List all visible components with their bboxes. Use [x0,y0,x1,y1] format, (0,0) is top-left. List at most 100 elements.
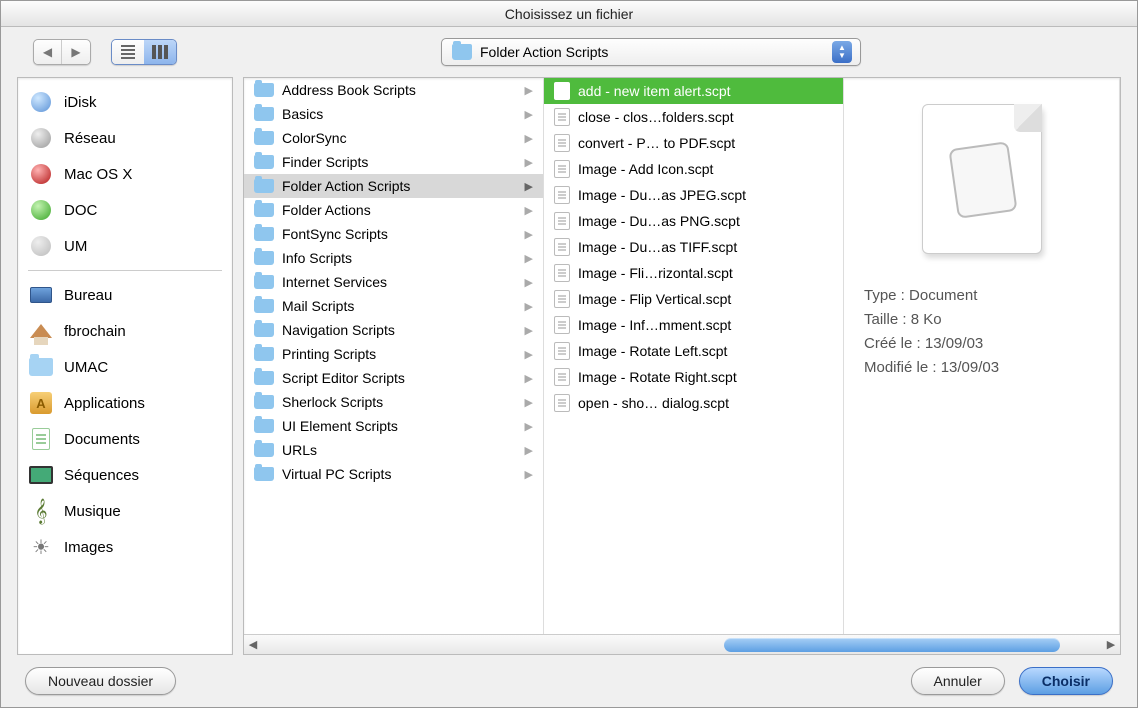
nav-back-button[interactable]: ◀ [34,40,62,64]
sidebar-item[interactable]: Bureau [18,277,232,313]
scroll-right-icon[interactable]: ▶ [1102,638,1120,651]
file-row[interactable]: convert - P… to PDF.scpt [544,130,843,156]
window-title: Choisissez un fichier [1,1,1137,27]
um-icon [28,233,54,259]
chevron-right-icon: ▶ [525,372,533,385]
script-file-icon [554,212,570,230]
sidebar-item-label: iDisk [64,94,97,111]
new-folder-button[interactable]: Nouveau dossier [25,667,176,695]
file-row[interactable]: add - new item alert.scpt [544,78,843,104]
sidebar-item-label: Musique [64,503,121,520]
preview-modified: Modifié le : 13/09/03 [864,356,1099,380]
file-row[interactable]: Image - Add Icon.scpt [544,156,843,182]
music-icon: 𝄞 [28,498,54,524]
chevron-right-icon: ▶ [525,156,533,169]
file-row[interactable]: Image - Rotate Right.scpt [544,364,843,390]
script-file-icon [554,290,570,308]
folder-row[interactable]: Script Editor Scripts▶ [244,366,543,390]
file-row[interactable]: Image - Flip Vertical.scpt [544,286,843,312]
folder-row-label: UI Element Scripts [282,418,517,434]
folder-row[interactable]: Address Book Scripts▶ [244,78,543,102]
folder-row[interactable]: Internet Services▶ [244,270,543,294]
file-row-label: Image - Rotate Right.scpt [578,369,833,385]
folder-row[interactable]: Folder Action Scripts▶ [244,174,543,198]
script-file-icon [554,316,570,334]
folder-icon [254,179,274,193]
folder-row[interactable]: Finder Scripts▶ [244,150,543,174]
scroll-left-icon[interactable]: ◀ [244,638,262,651]
file-row-label: Image - Add Icon.scpt [578,161,833,177]
sidebar-item[interactable]: fbrochain [18,313,232,349]
cancel-button[interactable]: Annuler [911,667,1005,695]
nav-forward-button[interactable]: ▶ [62,40,90,64]
sidebar-item[interactable]: Mac OS X [18,156,232,192]
file-row[interactable]: open - sho… dialog.scpt [544,390,843,416]
file-row-label: Image - Flip Vertical.scpt [578,291,833,307]
horizontal-scrollbar[interactable]: ◀ ▶ [244,634,1120,654]
sidebar-item[interactable]: Documents [18,421,232,457]
sidebar-separator [28,270,222,271]
folder-icon [254,203,274,217]
file-row[interactable]: Image - Du…as PNG.scpt [544,208,843,234]
column-view-icon [152,45,168,59]
folder-row[interactable]: Sherlock Scripts▶ [244,390,543,414]
folder-row[interactable]: Virtual PC Scripts▶ [244,462,543,486]
choose-button[interactable]: Choisir [1019,667,1113,695]
list-view-icon [121,45,135,59]
column-2[interactable]: add - new item alert.scptclose - clos…fo… [544,78,844,634]
sidebar-item[interactable]: iDisk [18,84,232,120]
folder-row-label: FontSync Scripts [282,226,517,242]
file-row[interactable]: Image - Fli…rizontal.scpt [544,260,843,286]
folder-row[interactable]: Folder Actions▶ [244,198,543,222]
folder-row-label: Folder Action Scripts [282,178,517,194]
sidebar-item-label: UMAC [64,359,108,376]
chevron-right-icon: ▶ [525,228,533,241]
folder-row-label: Address Book Scripts [282,82,517,98]
sidebar-item[interactable]: Séquences [18,457,232,493]
file-row[interactable]: close - clos…folders.scpt [544,104,843,130]
folder-row[interactable]: URLs▶ [244,438,543,462]
path-popup[interactable]: Folder Action Scripts ▲▼ [441,38,861,66]
sidebar-item-label: Réseau [64,130,116,147]
sidebar-item[interactable]: Réseau [18,120,232,156]
list-view-button[interactable] [112,40,144,64]
folder-row-label: Mail Scripts [282,298,517,314]
folder-icon [28,354,54,380]
file-row[interactable]: Image - Rotate Left.scpt [544,338,843,364]
script-file-icon [554,368,570,386]
sidebar-item[interactable]: 𝄞 Musique [18,493,232,529]
script-file-icon [554,342,570,360]
folder-row[interactable]: Info Scripts▶ [244,246,543,270]
folder-row[interactable]: Mail Scripts▶ [244,294,543,318]
sidebar-item[interactable]: DOC [18,192,232,228]
preview-size: Taille : 8 Ko [864,308,1099,332]
folder-row[interactable]: Printing Scripts▶ [244,342,543,366]
toolbar: ◀ ▶ Folder Action Scripts ▲▼ [1,27,1137,77]
scroll-track[interactable] [262,636,1102,654]
sidebar-item-label: Bureau [64,287,112,304]
script-file-icon [554,264,570,282]
folder-icon [254,155,274,169]
chevron-right-icon: ▶ [525,252,533,265]
sidebar-item[interactable]: UM [18,228,232,264]
folder-row[interactable]: ColorSync▶ [244,126,543,150]
file-row-label: open - sho… dialog.scpt [578,395,833,411]
folder-row[interactable]: Navigation Scripts▶ [244,318,543,342]
chevron-right-icon: ▶ [525,444,533,457]
macosx-icon [28,161,54,187]
file-row-label: Image - Rotate Left.scpt [578,343,833,359]
sidebar-item[interactable]: Applications [18,385,232,421]
folder-row[interactable]: FontSync Scripts ▶ [244,222,543,246]
folder-row[interactable]: UI Element Scripts▶ [244,414,543,438]
file-row[interactable]: Image - Du…as TIFF.scpt [544,234,843,260]
chevron-right-icon: ▶ [525,132,533,145]
column-1[interactable]: Address Book Scripts▶Basics▶ColorSync▶Fi… [244,78,544,634]
preview-created: Créé le : 13/09/03 [864,332,1099,356]
file-row[interactable]: Image - Du…as JPEG.scpt [544,182,843,208]
scroll-thumb[interactable] [724,638,1060,652]
sidebar-item[interactable]: ☀Images [18,529,232,565]
column-view-button[interactable] [144,40,176,64]
folder-row[interactable]: Basics▶ [244,102,543,126]
file-row[interactable]: Image - Inf…mment.scpt [544,312,843,338]
sidebar-item[interactable]: UMAC [18,349,232,385]
